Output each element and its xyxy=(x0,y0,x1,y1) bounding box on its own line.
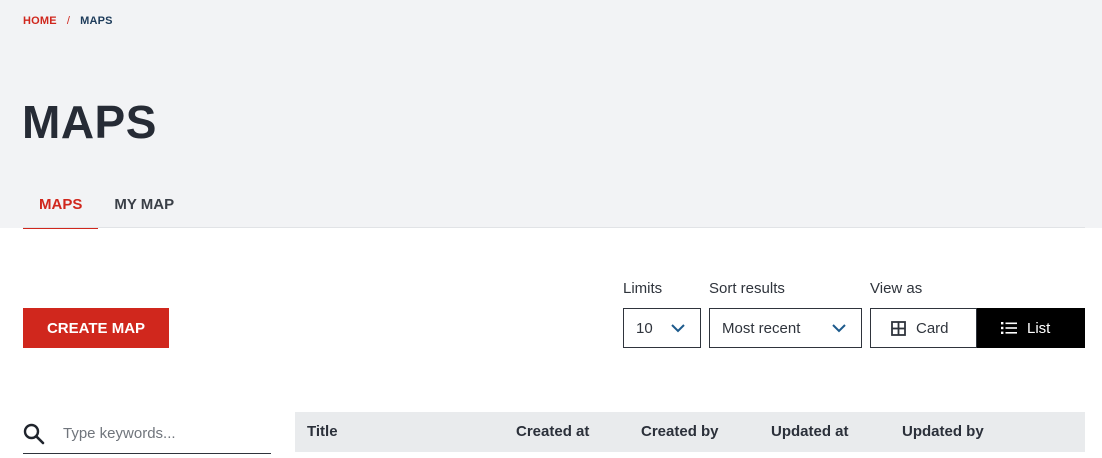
chevron-down-icon xyxy=(671,324,685,333)
table-header: Title Created at Created by Updated at U… xyxy=(295,412,1085,452)
breadcrumb-separator: / xyxy=(66,15,71,27)
breadcrumb: HOME / MAPS xyxy=(23,15,113,27)
tab-maps[interactable]: MAPS xyxy=(23,190,99,229)
list-icon xyxy=(1001,322,1017,334)
breadcrumb-current: MAPS xyxy=(80,15,113,27)
column-header-created-at[interactable]: Created at xyxy=(516,412,589,452)
limits-select[interactable]: 10 xyxy=(623,308,701,348)
tabs-divider xyxy=(23,227,1085,228)
chevron-down-icon xyxy=(832,324,846,333)
limits-value: 10 xyxy=(636,319,653,337)
search-icon[interactable] xyxy=(23,423,45,445)
limits-label: Limits xyxy=(623,280,663,297)
column-header-updated-at[interactable]: Updated at xyxy=(771,412,849,452)
view-card-button[interactable]: Card xyxy=(870,308,977,348)
column-header-title[interactable]: Title xyxy=(307,412,338,452)
view-list-label: List xyxy=(1027,319,1051,337)
search-input[interactable] xyxy=(63,418,243,449)
view-list-button[interactable]: List xyxy=(977,308,1085,348)
view-toggle: Card List xyxy=(870,308,1085,348)
create-map-button[interactable]: CREATE MAP xyxy=(23,308,169,348)
view-label: View as xyxy=(870,280,923,297)
grid-icon xyxy=(891,320,906,336)
tab-bar: MAPS MY MAP xyxy=(23,190,190,229)
tab-my-map[interactable]: MY MAP xyxy=(98,190,190,229)
search-box xyxy=(23,414,271,454)
column-header-created-by[interactable]: Created by xyxy=(641,412,719,452)
sort-label: Sort results xyxy=(709,280,785,297)
breadcrumb-home-link[interactable]: HOME xyxy=(23,15,57,27)
column-header-updated-by[interactable]: Updated by xyxy=(902,412,984,452)
sort-value: Most recent xyxy=(722,319,801,337)
page-header: HOME / MAPS MAPS MAPS MY MAP xyxy=(0,0,1102,229)
page-title: MAPS xyxy=(22,96,157,148)
view-card-label: Card xyxy=(916,319,949,337)
sort-select[interactable]: Most recent xyxy=(709,308,862,348)
